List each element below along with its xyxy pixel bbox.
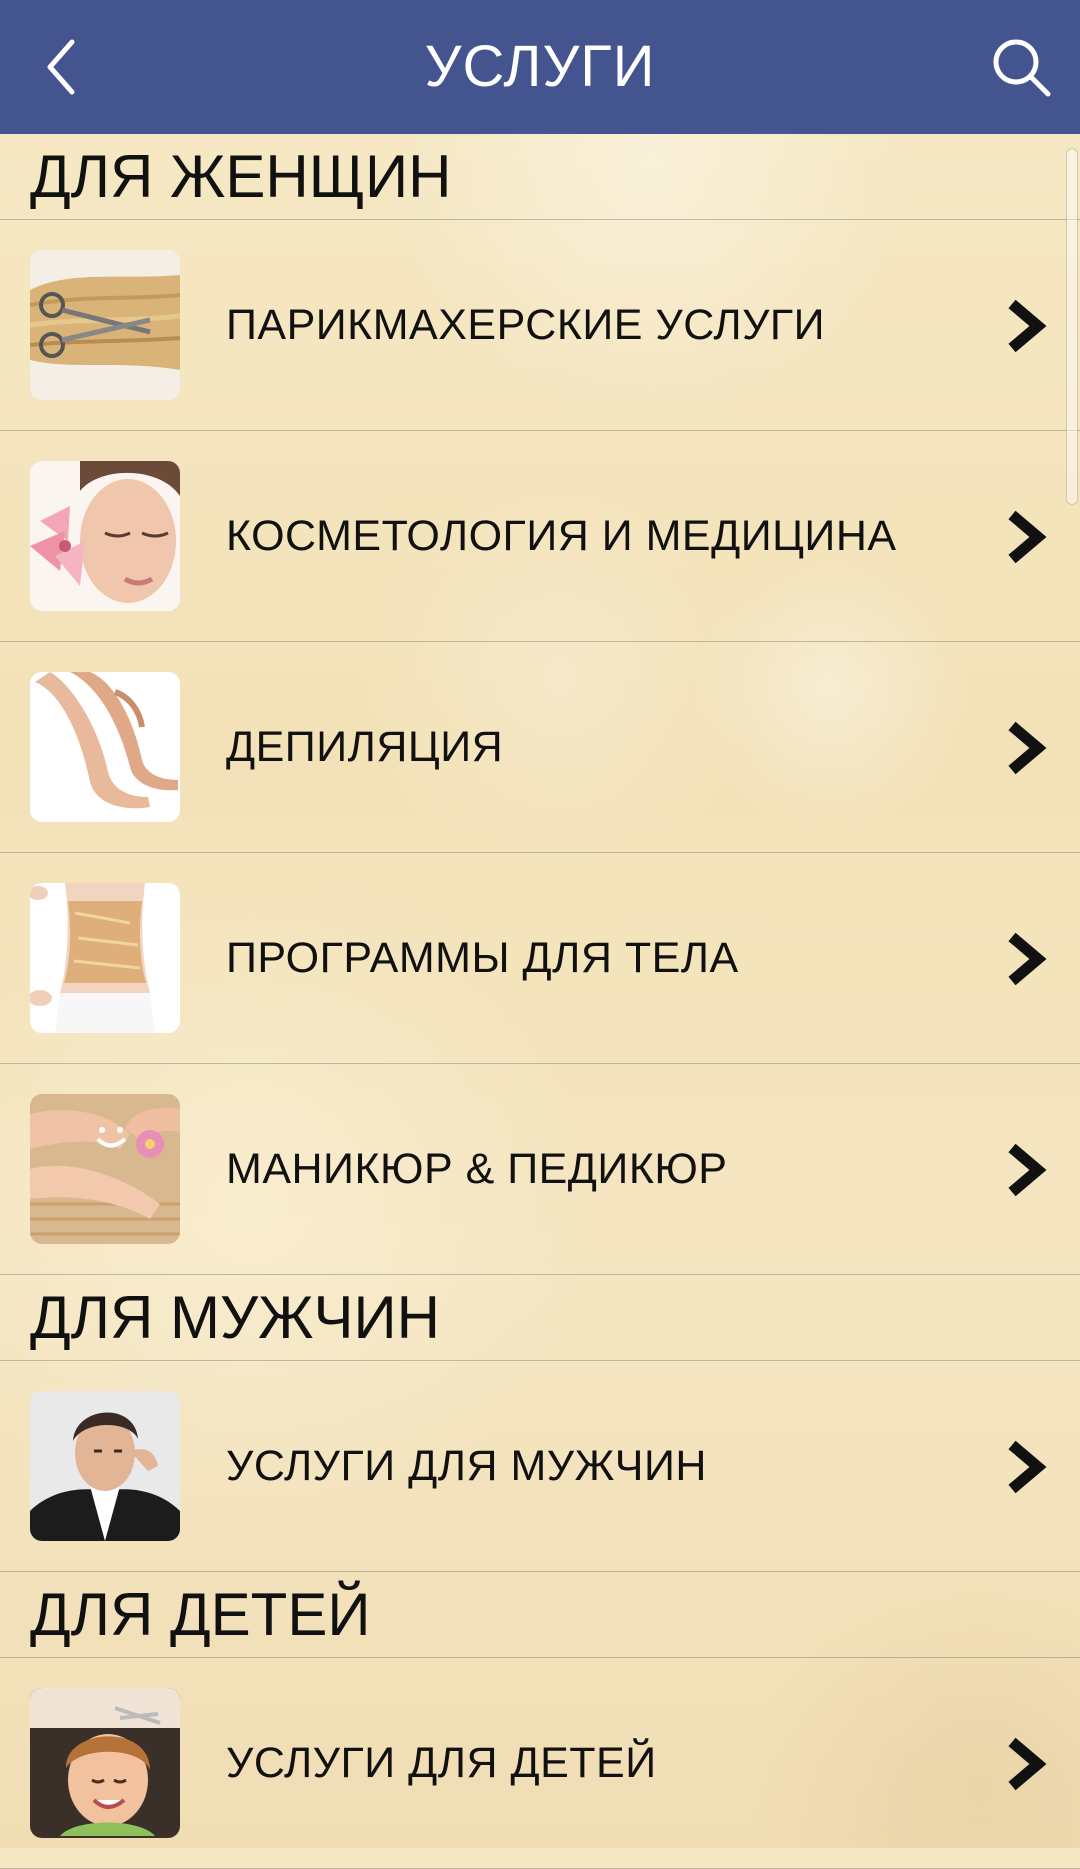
face-lily-photo [30, 461, 180, 611]
child-haircut-photo [30, 1688, 180, 1838]
list-item-body-programs[interactable]: ПРОГРАММЫ ДЛЯ ТЕЛА [0, 853, 1080, 1064]
manicure-pedicure-photo [30, 1094, 180, 1244]
list-item-depilation[interactable]: ДЕПИЛЯЦИЯ [0, 642, 1080, 853]
list-item-label: МАНИКЮР & ПЕДИКЮР [226, 1145, 728, 1193]
man-haircut-photo [30, 1391, 180, 1541]
chevron-right-icon [1008, 299, 1047, 353]
services-list: ДЛЯ ЖЕНЩИН ПАРИКМАХЕРСКИЕ УСЛУГИ КОСМЕТО… [0, 134, 1080, 1869]
list-item-label: ДЕПИЛЯЦИЯ [226, 723, 504, 771]
list-item-hairdressing[interactable]: ПАРИКМАХЕРСКИЕ УСЛУГИ [0, 220, 1080, 431]
chevron-right-icon [1008, 1440, 1047, 1494]
search-icon [993, 39, 1051, 97]
chevron-right-icon [1008, 1737, 1047, 1791]
list-item-manicure-pedicure[interactable]: МАНИКЮР & ПЕДИКЮР [0, 1064, 1080, 1275]
section-header-women: ДЛЯ ЖЕНЩИН [0, 134, 1080, 220]
list-item-cosmetology[interactable]: КОСМЕТОЛОГИЯ И МЕДИЦИНА [0, 431, 1080, 642]
list-item-label: УСЛУГИ ДЛЯ ДЕТЕЙ [226, 1739, 657, 1787]
list-item-label: КОСМЕТОЛОГИЯ И МЕДИЦИНА [226, 512, 897, 560]
body-wrap-photo [30, 883, 180, 1033]
hair-scissors-photo [30, 250, 180, 400]
list-item-label: ПАРИКМАХЕРСКИЕ УСЛУГИ [226, 301, 826, 349]
scrollbar[interactable] [1066, 148, 1078, 505]
list-item-men-services[interactable]: УСЛУГИ ДЛЯ МУЖЧИН [0, 1361, 1080, 1572]
chevron-right-icon [1008, 510, 1047, 564]
page-title: УСЛУГИ [424, 34, 656, 99]
section-header-men: ДЛЯ МУЖЧИН [0, 1275, 1080, 1361]
list-item-label: УСЛУГИ ДЛЯ МУЖЧИН [226, 1442, 707, 1490]
app-header: УСЛУГИ [0, 0, 1080, 134]
chevron-right-icon [1008, 1143, 1047, 1197]
list-item-label: ПРОГРАММЫ ДЛЯ ТЕЛА [226, 934, 739, 982]
chevron-right-icon [1008, 721, 1047, 775]
chevron-right-icon [1008, 932, 1047, 986]
search-button[interactable] [984, 30, 1058, 104]
section-header-children: ДЛЯ ДЕТЕЙ [0, 1572, 1080, 1658]
legs-photo [30, 672, 180, 822]
list-item-children-services[interactable]: УСЛУГИ ДЛЯ ДЕТЕЙ [0, 1658, 1080, 1869]
